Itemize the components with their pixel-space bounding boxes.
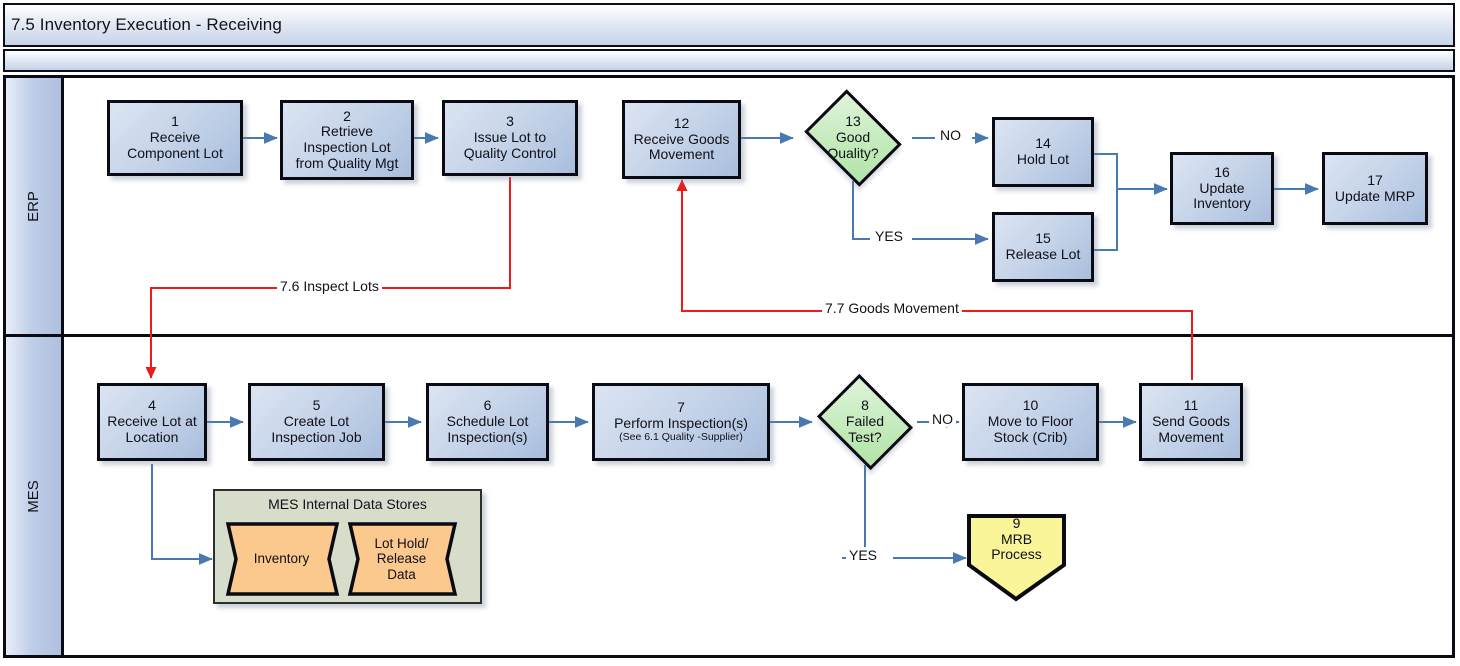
diagram-title-bar: 7.5 Inventory Execution - Receiving	[3, 3, 1455, 47]
node-17-update-mrp[interactable]: 17 Update MRP	[1322, 152, 1428, 225]
node-10-number: 10	[1022, 397, 1039, 414]
node-6-schedule-lot-inspections[interactable]: 6 Schedule Lot Inspection(s)	[426, 383, 549, 461]
node-12-number: 12	[673, 114, 690, 131]
node-13-number: 13	[845, 113, 861, 130]
node-3-issue-lot-to-quality-control[interactable]: 3 Issue Lot to Quality Control	[442, 100, 578, 176]
edge-label-yes-13: YES	[872, 228, 907, 244]
node-1-receive-component-lot[interactable]: 1 Receive Component Lot	[107, 100, 243, 176]
node-2-retrieve-inspection-lot[interactable]: 2 Retrieve Inspection Lot from Quality M…	[280, 100, 414, 180]
datastore-inventory-label: Inventory	[253, 551, 310, 567]
node-12-label: Receive Goods Movement	[633, 130, 730, 163]
node-4-receive-lot-at-location[interactable]: 4 Receive Lot at Location	[97, 383, 207, 461]
node-11-send-goods-movement[interactable]: 11 Send Goods Movement	[1139, 383, 1243, 461]
node-3-number: 3	[506, 113, 514, 130]
edge-label-goods-movement: 7.7 Goods Movement	[822, 300, 962, 316]
datastore-group-title: MES Internal Data Stores	[268, 496, 427, 512]
node-7-perform-inspections[interactable]: 7 Perform Inspection(s) (See 6.1 Quality…	[592, 383, 770, 461]
node-16-label: Update Inventory	[1193, 179, 1251, 212]
node-11-label: Send Goods Movement	[1152, 413, 1230, 445]
node-9-label: MRB Process	[991, 530, 1042, 563]
node-5-label: Create Lot Inspection Job	[271, 413, 362, 445]
node-16-number: 16	[1214, 163, 1230, 180]
node-14-hold-lot[interactable]: 14 Hold Lot	[992, 117, 1094, 187]
node-4-label: Receive Lot at Location	[107, 413, 197, 445]
lane-mes-header: MES	[6, 337, 64, 655]
node-7-sublabel: (See 6.1 Quality -Supplier)	[619, 431, 743, 444]
node-9-number: 9	[1012, 515, 1021, 531]
node-3-label: Issue Lot to Quality Control	[463, 129, 557, 161]
node-8-label: Failed Test?	[845, 413, 885, 445]
node-14-label: Hold Lot	[1016, 151, 1070, 167]
lane-erp-label: ERP	[25, 190, 42, 222]
edge-label-inspect-lots: 7.6 Inspect Lots	[277, 278, 382, 294]
node-1-number: 1	[171, 113, 179, 130]
node-5-create-lot-inspection-job[interactable]: 5 Create Lot Inspection Job	[248, 383, 385, 461]
node-13-text: 13 Good Quality?	[798, 95, 908, 181]
lane-mes-label: MES	[24, 479, 42, 513]
node-9-text: 9 MRB Process	[965, 515, 1068, 563]
node-4-number: 4	[148, 397, 156, 414]
node-16-update-inventory[interactable]: 16 Update Inventory	[1170, 152, 1274, 225]
lane-erp-header: ERP	[6, 78, 64, 334]
node-13-label: Good Quality?	[827, 129, 879, 161]
node-8-failed-test-decision[interactable]: 8 Failed Test?	[812, 373, 918, 471]
edge-label-yes-8: YES	[846, 547, 881, 563]
node-8-number: 8	[861, 397, 869, 414]
node-17-number: 17	[1367, 171, 1383, 188]
datastore-inventory[interactable]: Inventory	[223, 521, 340, 597]
node-15-release-lot[interactable]: 15 Release Lot	[992, 212, 1094, 282]
node-15-number: 15	[1035, 230, 1051, 247]
node-7-number: 7	[677, 398, 685, 415]
datastore-lot-hold-release-label: Lot Hold/ Release Data	[374, 535, 429, 582]
node-15-label: Release Lot	[1005, 246, 1081, 262]
node-14-number: 14	[1035, 135, 1051, 152]
node-10-move-to-floor-stock[interactable]: 10 Move to Floor Stock (Crib)	[962, 383, 1099, 461]
node-6-number: 6	[483, 397, 492, 414]
node-7-label: Perform Inspection(s)	[614, 414, 748, 431]
node-1-label: Receive Component Lot	[127, 129, 223, 161]
node-8-text: 8 Failed Test?	[812, 379, 918, 465]
node-2-label: Retrieve Inspection Lot from Quality Mgt	[295, 123, 399, 171]
node-5-number: 5	[312, 397, 321, 414]
node-6-label: Schedule Lot Inspection(s)	[446, 413, 529, 445]
node-12-receive-goods-movement[interactable]: 12 Receive Goods Movement	[622, 100, 741, 179]
node-11-number: 11	[1183, 397, 1199, 414]
page-title: 7.5 Inventory Execution - Receiving	[11, 15, 282, 34]
node-2-number: 2	[343, 107, 351, 124]
datastore-lot-hold-release[interactable]: Lot Hold/ Release Data	[345, 521, 458, 597]
edge-label-no-13: NO	[937, 127, 964, 143]
node-10-label: Move to Floor Stock (Crib)	[987, 413, 1074, 445]
node-9-mrb-process[interactable]: 9 MRB Process	[965, 508, 1068, 603]
node-17-label: Update MRP	[1334, 187, 1416, 204]
diagram-subheader-bar	[3, 49, 1455, 72]
edge-label-no-8: NO	[929, 411, 956, 427]
diagram-canvas: 7.5 Inventory Execution - Receiving ERP …	[0, 0, 1460, 666]
node-13-good-quality-decision[interactable]: 13 Good Quality?	[798, 89, 908, 187]
